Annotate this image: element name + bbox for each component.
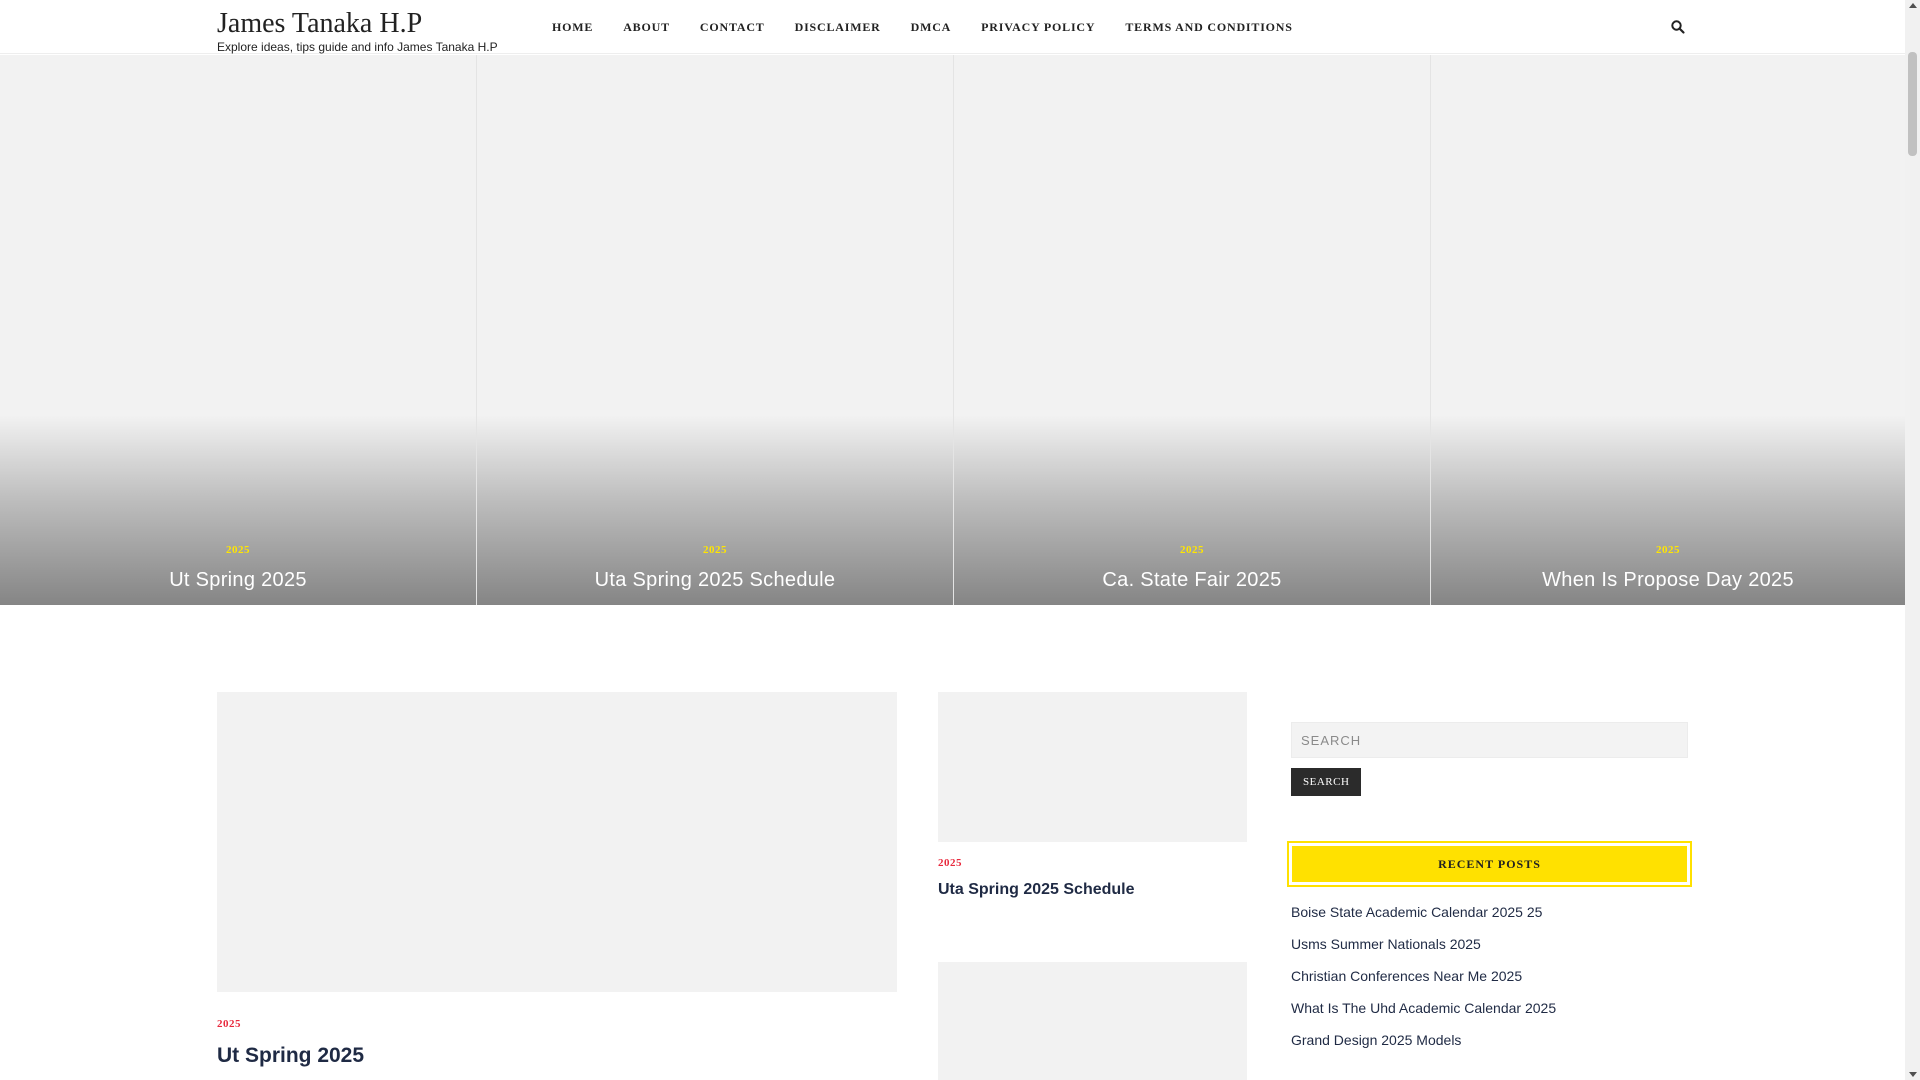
recent-posts-title: RECENT POSTS xyxy=(1292,846,1687,882)
slide-title[interactable]: Ut Spring 2025 xyxy=(0,569,476,592)
search-button[interactable]: SEARCH xyxy=(1291,768,1362,796)
slide-category[interactable]: 2025 xyxy=(1431,544,1905,556)
recent-post-link[interactable]: Boise State Academic Calendar 2025 25 xyxy=(1291,903,1688,922)
post-thumbnail[interactable] xyxy=(938,692,1247,842)
featured-slide[interactable]: 2025 Ut Spring 2025 xyxy=(0,55,477,605)
nav-item-dmca[interactable]: DMCA xyxy=(896,20,967,35)
post-title[interactable]: Ut Spring 2025 xyxy=(217,1044,897,1068)
post-card-main: 2025 Ut Spring 2025 xyxy=(217,692,897,1068)
post-card-side: 2025 Uta Spring 2025 Schedule xyxy=(938,692,1247,899)
site-header: James Tanaka H.P Explore ideas, tips gui… xyxy=(0,0,1905,54)
recent-post-link[interactable]: Christian Conferences Near Me 2025 xyxy=(1291,967,1688,986)
brand: James Tanaka H.P Explore ideas, tips gui… xyxy=(217,8,498,54)
slide-title[interactable]: When Is Propose Day 2025 xyxy=(1431,569,1905,592)
post-category[interactable]: 2025 xyxy=(217,1018,897,1030)
main-nav: HOME ABOUT CONTACT DISCLAIMER DMCA PRIVA… xyxy=(537,0,1308,54)
sidebar: SEARCH RECENT POSTS Boise State Academic… xyxy=(1287,722,1692,1063)
featured-slide[interactable]: 2025 Ca. State Fair 2025 xyxy=(954,55,1431,605)
slide-category[interactable]: 2025 xyxy=(477,544,953,556)
featured-slide[interactable]: 2025 When Is Propose Day 2025 xyxy=(1431,55,1905,605)
scroll-up-icon[interactable] xyxy=(1909,3,1917,8)
post-thumbnail[interactable] xyxy=(938,962,1247,1080)
slide-category[interactable]: 2025 xyxy=(954,544,1430,556)
nav-item-contact[interactable]: CONTACT xyxy=(685,20,780,35)
search-input[interactable] xyxy=(1291,722,1688,758)
nav-item-about[interactable]: ABOUT xyxy=(608,20,685,35)
featured-slider: 2025 Ut Spring 2025 2025 Uta Spring 2025… xyxy=(0,55,1905,605)
nav-item-disclaimer[interactable]: DISCLAIMER xyxy=(780,20,896,35)
recent-post-link[interactable]: Usms Summer Nationals 2025 xyxy=(1291,935,1688,954)
nav-item-home[interactable]: HOME xyxy=(537,20,608,35)
post-title[interactable]: Uta Spring 2025 Schedule xyxy=(938,881,1247,899)
slide-category[interactable]: 2025 xyxy=(0,544,476,556)
slide-title[interactable]: Ca. State Fair 2025 xyxy=(954,569,1430,592)
recent-posts-list: Boise State Academic Calendar 2025 25 Us… xyxy=(1291,903,1688,1050)
page-scrollbar[interactable] xyxy=(1905,0,1920,1080)
slide-title[interactable]: Uta Spring 2025 Schedule xyxy=(477,569,953,592)
site-tagline: Explore ideas, tips guide and info James… xyxy=(217,40,498,54)
featured-slide[interactable]: 2025 Uta Spring 2025 Schedule xyxy=(477,55,954,605)
scroll-thumb[interactable] xyxy=(1908,52,1917,156)
scroll-down-icon[interactable] xyxy=(1909,1072,1917,1077)
post-category[interactable]: 2025 xyxy=(938,857,1247,869)
site-title[interactable]: James Tanaka H.P xyxy=(217,8,498,40)
recent-post-link[interactable]: Grand Design 2025 Models xyxy=(1291,1031,1688,1050)
recent-posts-header: RECENT POSTS xyxy=(1287,841,1692,887)
recent-post-link[interactable]: What Is The Uhd Academic Calendar 2025 xyxy=(1291,999,1688,1018)
post-thumbnail[interactable] xyxy=(217,692,897,992)
search-icon[interactable] xyxy=(1670,19,1686,35)
nav-item-privacy-policy[interactable]: PRIVACY POLICY xyxy=(966,20,1110,35)
nav-item-terms[interactable]: TERMS AND CONDITIONS xyxy=(1110,20,1307,35)
